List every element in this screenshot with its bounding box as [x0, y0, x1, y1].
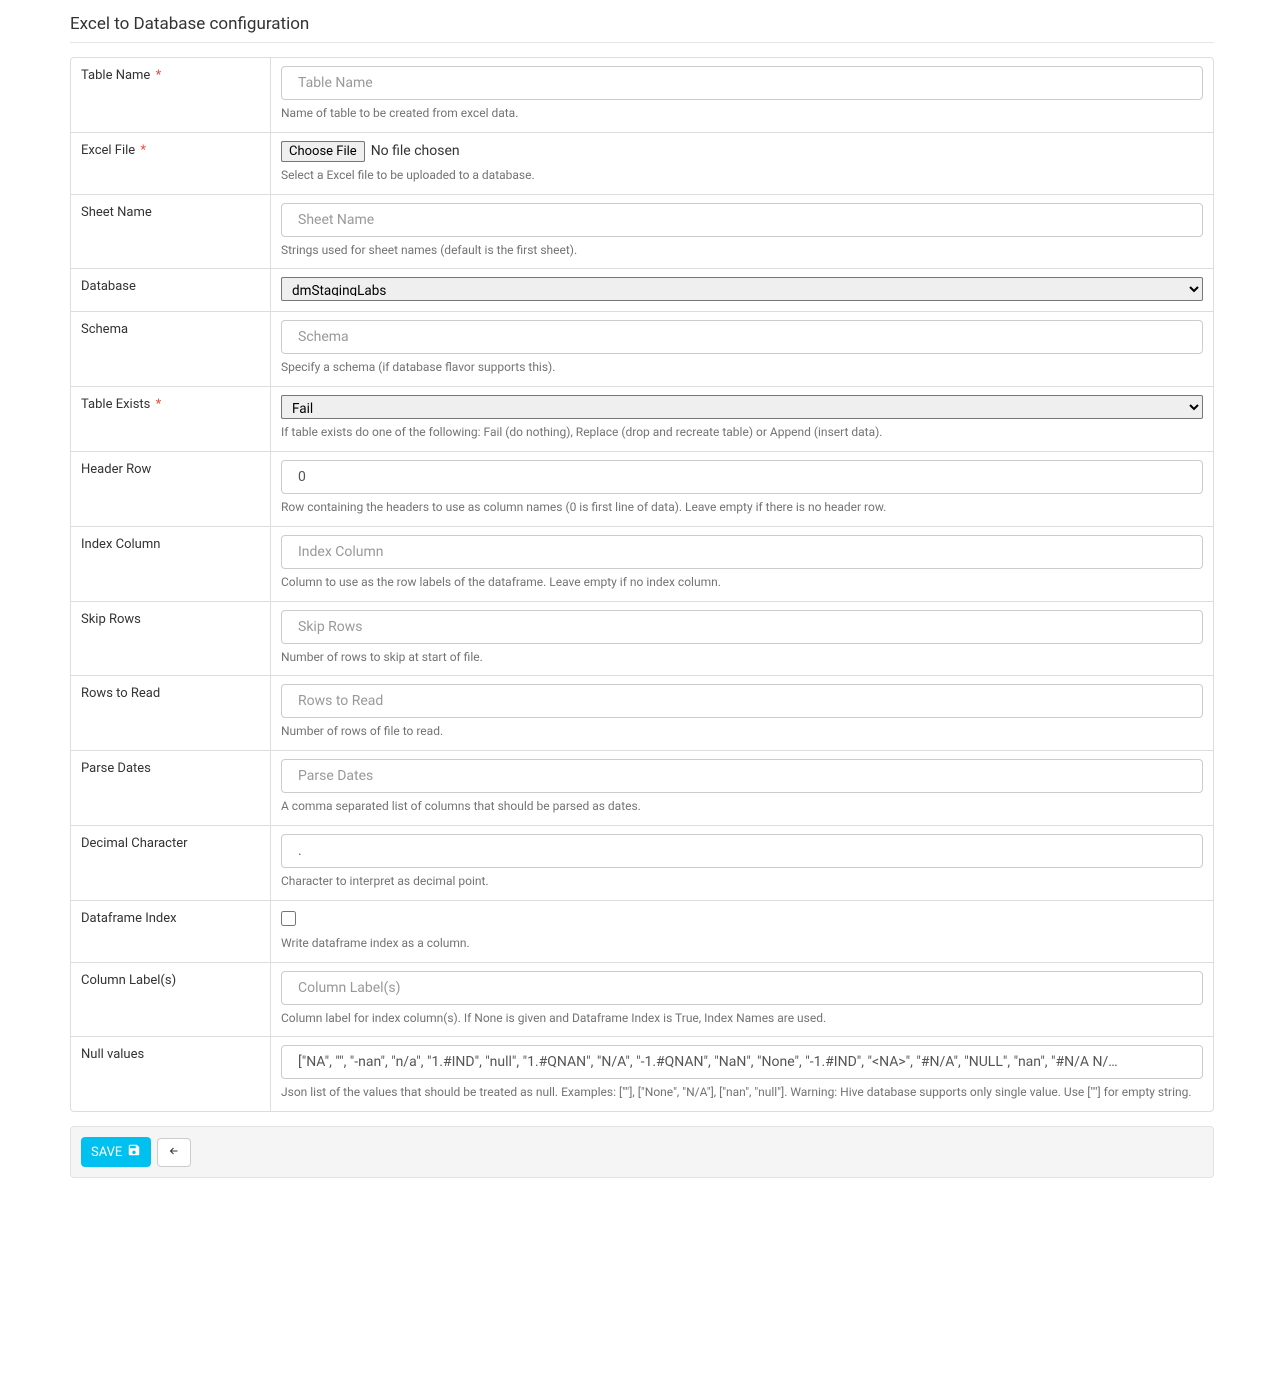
row-table-exists: Table Exists * Fail If table exists do o… — [71, 387, 1213, 452]
arrow-left-icon — [168, 1145, 180, 1160]
file-status-text: No file chosen — [371, 143, 460, 159]
label-dataframe-index: Dataframe Index — [71, 901, 271, 962]
row-skip-rows: Skip Rows Number of rows to skip at star… — [71, 602, 1213, 677]
save-button[interactable]: SAVE — [81, 1137, 151, 1167]
help-text: Specify a schema (if database flavor sup… — [281, 359, 1203, 376]
label-null-values: Null values — [71, 1037, 271, 1111]
header-row-input[interactable] — [281, 460, 1203, 494]
label-parse-dates: Parse Dates — [71, 751, 271, 825]
help-text: Strings used for sheet names (default is… — [281, 242, 1203, 259]
save-icon — [127, 1143, 141, 1161]
database-select[interactable]: dmStagingLabs — [281, 277, 1203, 301]
label-rows-to-read: Rows to Read — [71, 676, 271, 750]
help-text: Json list of the values that should be t… — [281, 1084, 1203, 1101]
row-null-values: Null values Json list of the values that… — [71, 1037, 1213, 1111]
save-label: SAVE — [91, 1145, 122, 1160]
label-column-labels: Column Label(s) — [71, 963, 271, 1037]
row-table-name: Table Name * Name of table to be created… — [71, 58, 1213, 133]
row-excel-file: Excel File * Choose File No file chosen … — [71, 133, 1213, 195]
required-marker: * — [152, 68, 161, 83]
label-database: Database — [71, 269, 271, 311]
schema-input[interactable] — [281, 320, 1203, 354]
null-values-input[interactable] — [281, 1045, 1203, 1079]
row-index-column: Index Column Column to use as the row la… — [71, 527, 1213, 602]
help-text: If table exists do one of the following:… — [281, 424, 1203, 441]
table-exists-select[interactable]: Fail — [281, 395, 1203, 419]
help-text: Number of rows of file to read. — [281, 723, 1203, 740]
rows-to-read-input[interactable] — [281, 684, 1203, 718]
row-sheet-name: Sheet Name Strings used for sheet names … — [71, 195, 1213, 270]
help-text: Number of rows to skip at start of file. — [281, 649, 1203, 666]
back-button[interactable] — [157, 1138, 191, 1167]
page-title: Excel to Database configuration — [70, 14, 1214, 43]
label-decimal-char: Decimal Character — [71, 826, 271, 900]
label-table-name: Table Name * — [71, 58, 271, 132]
row-dataframe-index: Dataframe Index Write dataframe index as… — [71, 901, 1213, 963]
dataframe-index-checkbox[interactable] — [281, 911, 296, 926]
row-decimal-char: Decimal Character Character to interpret… — [71, 826, 1213, 901]
label-sheet-name: Sheet Name — [71, 195, 271, 269]
row-parse-dates: Parse Dates A comma separated list of co… — [71, 751, 1213, 826]
label-header-row: Header Row — [71, 452, 271, 526]
help-text: A comma separated list of columns that s… — [281, 798, 1203, 815]
label-excel-file: Excel File * — [71, 133, 271, 194]
help-text: Column label for index column(s). If Non… — [281, 1010, 1203, 1027]
row-database: Database dmStagingLabs — [71, 269, 1213, 312]
help-text: Name of table to be created from excel d… — [281, 105, 1203, 122]
help-text: Write dataframe index as a column. — [281, 935, 1203, 952]
row-column-labels: Column Label(s) Column label for index c… — [71, 963, 1213, 1038]
help-text: Column to use as the row labels of the d… — [281, 574, 1203, 591]
parse-dates-input[interactable] — [281, 759, 1203, 793]
help-text: Row containing the headers to use as col… — [281, 499, 1203, 516]
footer-bar: SAVE — [70, 1126, 1214, 1178]
required-marker: * — [137, 143, 146, 158]
sheet-name-input[interactable] — [281, 203, 1203, 237]
decimal-char-input[interactable] — [281, 834, 1203, 868]
row-schema: Schema Specify a schema (if database fla… — [71, 312, 1213, 387]
label-text: Table Name — [81, 68, 150, 83]
config-form: Table Name * Name of table to be created… — [70, 57, 1214, 1112]
column-labels-input[interactable] — [281, 971, 1203, 1005]
label-text: Excel File — [81, 143, 135, 158]
label-text: Table Exists — [81, 397, 150, 412]
label-schema: Schema — [71, 312, 271, 386]
table-name-input[interactable] — [281, 66, 1203, 100]
help-text: Select a Excel file to be uploaded to a … — [281, 167, 1203, 184]
choose-file-button[interactable]: Choose File — [281, 141, 365, 162]
label-index-column: Index Column — [71, 527, 271, 601]
row-header-row: Header Row Row containing the headers to… — [71, 452, 1213, 527]
row-rows-to-read: Rows to Read Number of rows of file to r… — [71, 676, 1213, 751]
required-marker: * — [152, 397, 161, 412]
label-table-exists: Table Exists * — [71, 387, 271, 451]
help-text: Character to interpret as decimal point. — [281, 873, 1203, 890]
label-skip-rows: Skip Rows — [71, 602, 271, 676]
index-column-input[interactable] — [281, 535, 1203, 569]
skip-rows-input[interactable] — [281, 610, 1203, 644]
